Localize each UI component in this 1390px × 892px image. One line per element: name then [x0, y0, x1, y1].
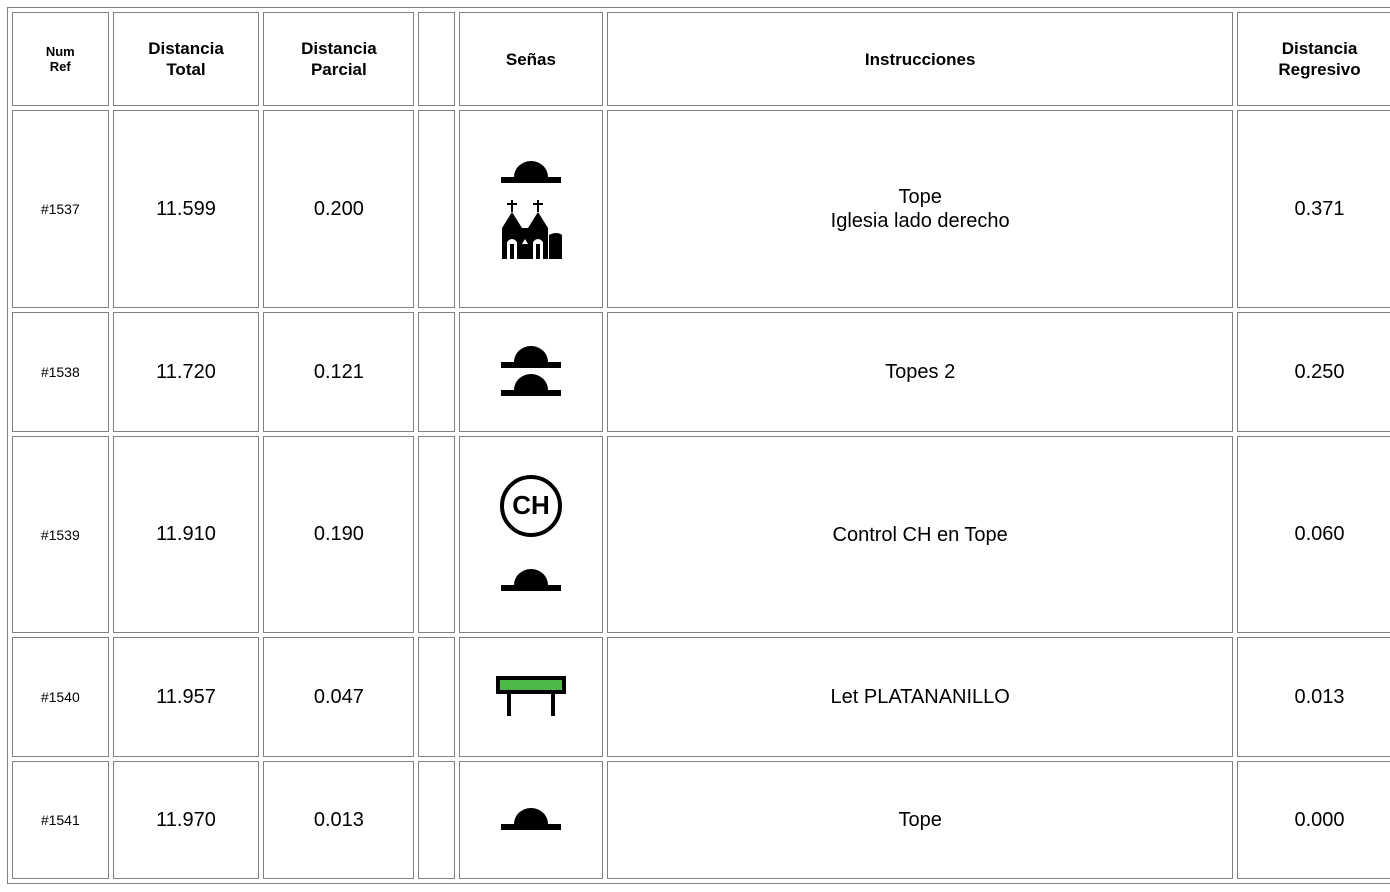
total-cell: 11.720 [112, 312, 260, 432]
ref-cell: #1537 [12, 110, 109, 308]
church-icon [501, 200, 562, 259]
signs-cell [458, 637, 604, 757]
regresivo-cell: 0.000 [1237, 761, 1390, 879]
parcial-cell: 0.200 [263, 110, 415, 308]
total-cell: 11.957 [112, 637, 260, 757]
regresivo-cell: 0.250 [1237, 312, 1390, 432]
speed-bump-icon [500, 808, 561, 830]
signs-cell [458, 761, 604, 879]
speed-bump-icon [500, 161, 561, 183]
blank-cell [418, 312, 455, 432]
table-row: #1538 11.720 0.121 Topes 2 0.250 [12, 312, 1390, 432]
total-cell: 11.970 [112, 761, 260, 879]
speed-bump-icon [500, 568, 561, 591]
blank-cell [418, 110, 455, 308]
ch-control-icon: CH [499, 474, 562, 537]
instruction-cell: Tope [607, 761, 1233, 879]
header-distancia-regresivo: Distancia Regresivo [1237, 12, 1390, 106]
blank-cell [418, 637, 455, 757]
blank-cell [418, 761, 455, 879]
ref-cell: #1538 [12, 312, 109, 432]
regresivo-cell: 0.013 [1237, 637, 1390, 757]
table-row: #1541 11.970 0.013 Tope 0.000 [12, 761, 1390, 879]
parcial-cell: 0.047 [263, 637, 415, 757]
ref-cell: #1539 [12, 436, 109, 633]
total-cell: 11.910 [112, 436, 260, 633]
total-cell: 11.599 [112, 110, 260, 308]
instruction-cell: Control CH en Tope [607, 436, 1233, 633]
roadbook-table: Num Ref Distancia Total Distancia Parcial S… [7, 7, 1390, 884]
ref-cell: #1541 [12, 761, 109, 879]
header-row: Num Ref Distancia Total Distancia Parcial S… [12, 12, 1390, 106]
table-row: #1540 11.957 0.047 Let PLATANANILLO 0.01… [12, 637, 1390, 757]
header-num-ref: Num Ref [12, 12, 109, 106]
parcial-cell: 0.121 [263, 312, 415, 432]
double-speed-bump-icon [500, 346, 561, 396]
table-row: #1537 11.599 0.200 Tope Iglesia lado der… [12, 110, 1390, 308]
header-distancia-total: Distancia Total [112, 12, 260, 106]
instruction-cell: Topes 2 [607, 312, 1233, 432]
signs-cell: CH [458, 436, 604, 633]
regresivo-cell: 0.371 [1237, 110, 1390, 308]
sign-board-icon [495, 676, 566, 716]
ch-label: CH [512, 490, 550, 520]
blank-cell [418, 436, 455, 633]
ref-cell: #1540 [12, 637, 109, 757]
header-distancia-parcial: Distancia Parcial [263, 12, 415, 106]
header-instrucciones: Instrucciones [607, 12, 1233, 106]
parcial-cell: 0.013 [263, 761, 415, 879]
regresivo-cell: 0.060 [1237, 436, 1390, 633]
instruction-cell: Let PLATANANILLO [607, 637, 1233, 757]
header-blank [418, 12, 455, 106]
signs-cell [458, 312, 604, 432]
header-senas: Señas [458, 12, 604, 106]
instruction-cell: Tope Iglesia lado derecho [607, 110, 1233, 308]
parcial-cell: 0.190 [263, 436, 415, 633]
table-row: #1539 11.910 0.190 CH Control CH en Tope… [12, 436, 1390, 633]
signs-cell [458, 110, 604, 308]
